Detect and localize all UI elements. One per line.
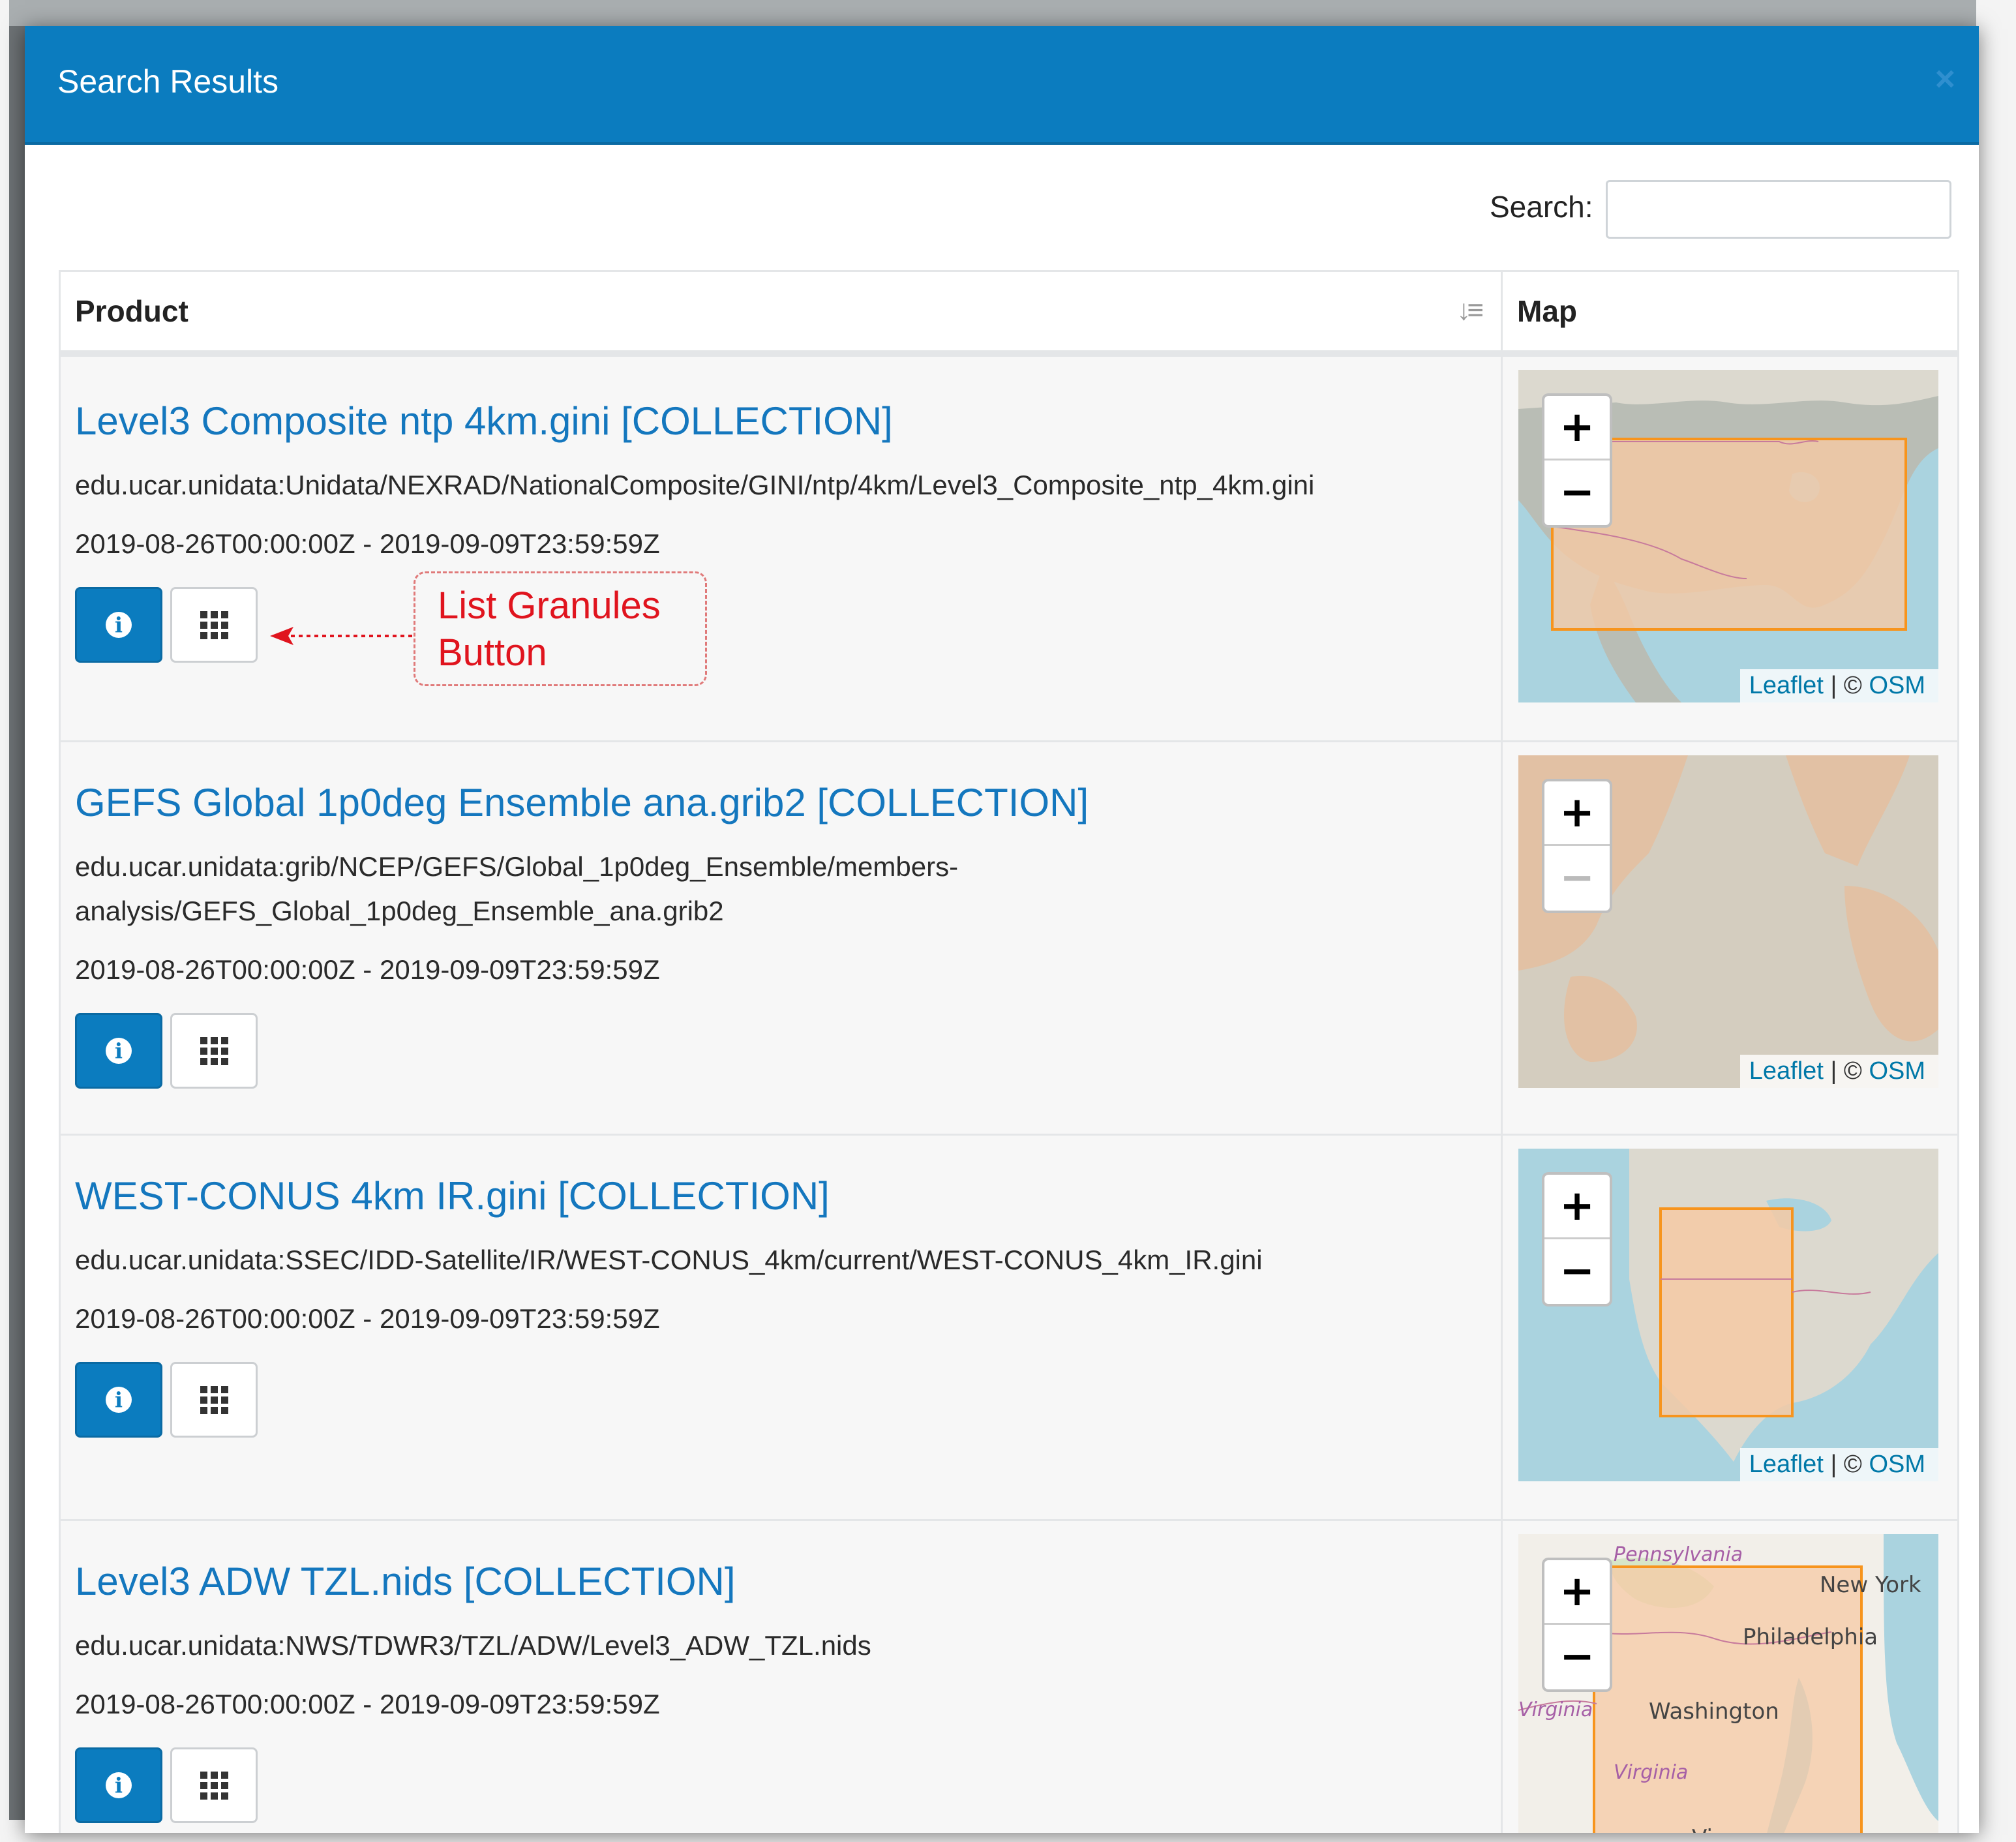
leaflet-link[interactable]: Leaflet bbox=[1749, 1057, 1824, 1085]
info-circle-icon: i bbox=[106, 1038, 132, 1064]
osm-link[interactable]: OSM bbox=[1869, 672, 1925, 699]
time-range: 2019-08-26T00:00:00Z - 2019-09-09T23:59:… bbox=[75, 528, 660, 559]
search-results-modal: Search Results × Search: Product ↓≡ Map … bbox=[25, 26, 1979, 1833]
zoom-in-button[interactable]: + bbox=[1544, 781, 1610, 846]
column-header-map: Map bbox=[1501, 270, 1959, 357]
grid-icon bbox=[200, 611, 228, 639]
product-title-link[interactable]: Level3 ADW TZL.nids [COLLECTION] bbox=[75, 1559, 1486, 1604]
map-label-washington: Washington bbox=[1649, 1699, 1779, 1725]
modal-title: Search Results bbox=[57, 63, 279, 100]
zoom-control: + − bbox=[1542, 779, 1612, 913]
table-row: WEST-CONUS 4km IR.gini [COLLECTION] edu.… bbox=[59, 1134, 1959, 1521]
zoom-out-button[interactable]: − bbox=[1544, 1625, 1610, 1688]
time-range: 2019-08-26T00:00:00Z - 2019-09-09T23:59:… bbox=[75, 1689, 660, 1719]
info-button[interactable]: i bbox=[75, 1362, 162, 1438]
info-circle-icon: i bbox=[106, 612, 132, 638]
grid-icon bbox=[200, 1385, 228, 1414]
map-label-new-york: New York bbox=[1820, 1572, 1921, 1598]
product-cell: GEFS Global 1p0deg Ensemble ana.grib2 [C… bbox=[59, 740, 1503, 1136]
zoom-in-button[interactable]: + bbox=[1544, 1175, 1610, 1239]
leaflet-link[interactable]: Leaflet bbox=[1749, 672, 1824, 699]
map-attribution: Leaflet | © OSM bbox=[1739, 669, 1938, 702]
time-range: 2019-08-26T00:00:00Z - 2019-09-09T23:59:… bbox=[75, 954, 660, 985]
zoom-control: + − bbox=[1542, 1172, 1612, 1306]
map-label-pennsylvania: Pennsylvania bbox=[1614, 1543, 1743, 1566]
map-label-virginia-beach: Virg bbox=[1692, 1825, 1736, 1833]
product-cell: Level3 ADW TZL.nids [COLLECTION] edu.uca… bbox=[59, 1519, 1503, 1833]
sort-amount-icon[interactable]: ↓≡ bbox=[1456, 294, 1484, 327]
map-attribution: Leaflet | © OSM bbox=[1739, 1055, 1938, 1088]
product-id: edu.ucar.unidata:NWS/TDWR3/TZL/ADW/Level… bbox=[75, 1630, 871, 1661]
product-title-link[interactable]: Level3 Composite ntp 4km.gini [COLLECTIO… bbox=[75, 399, 1486, 444]
grid-icon bbox=[200, 1036, 228, 1065]
list-granules-button[interactable] bbox=[170, 587, 258, 663]
time-range: 2019-08-26T00:00:00Z - 2019-09-09T23:59:… bbox=[75, 1303, 660, 1334]
annotation-arrow bbox=[270, 627, 416, 645]
map-preview[interactable]: + − Leaflet | © OSM bbox=[1518, 370, 1938, 702]
list-granules-button[interactable] bbox=[170, 1747, 258, 1823]
product-cell: Level3 Composite ntp 4km.gini [COLLECTIO… bbox=[59, 352, 1503, 742]
map-preview[interactable]: + − Leaflet | © OSM bbox=[1518, 1149, 1938, 1481]
list-granules-button[interactable] bbox=[170, 1362, 258, 1438]
table-row: Level3 Composite ntp 4km.gini [COLLECTIO… bbox=[59, 352, 1959, 742]
map-attribution: Leaflet | © OSM bbox=[1739, 1448, 1938, 1481]
product-cell: WEST-CONUS 4km IR.gini [COLLECTION] edu.… bbox=[59, 1134, 1503, 1521]
product-id: edu.ucar.unidata:SSEC/IDD-Satellite/IR/W… bbox=[75, 1245, 1263, 1275]
table-row: Level3 ADW TZL.nids [COLLECTION] edu.uca… bbox=[59, 1519, 1959, 1833]
annotation-callout: List Granules Button bbox=[414, 571, 707, 686]
column-header-product[interactable]: Product ↓≡ bbox=[59, 270, 1503, 357]
map-label-philadelphia: Philadelphia bbox=[1743, 1624, 1878, 1650]
product-title-link[interactable]: WEST-CONUS 4km IR.gini [COLLECTION] bbox=[75, 1173, 1486, 1218]
table-row: GEFS Global 1p0deg Ensemble ana.grib2 [C… bbox=[59, 740, 1959, 1136]
zoom-out-button[interactable]: − bbox=[1544, 847, 1610, 909]
list-granules-button[interactable] bbox=[170, 1013, 258, 1089]
map-preview[interactable]: Pennsylvania New York Philadelphia Washi… bbox=[1518, 1534, 1938, 1833]
map-preview[interactable]: + − Leaflet | © OSM bbox=[1518, 755, 1938, 1088]
zoom-in-button[interactable]: + bbox=[1544, 396, 1610, 460]
results-table: Product ↓≡ Map Level3 Composite ntp 4km.… bbox=[59, 270, 1959, 1833]
map-label-virginia: Virginia bbox=[1614, 1761, 1689, 1784]
map-label-virginia-west: Virginia bbox=[1518, 1699, 1593, 1721]
zoom-out-button[interactable]: − bbox=[1544, 1240, 1610, 1303]
grid-icon bbox=[200, 1771, 228, 1800]
info-circle-icon: i bbox=[106, 1387, 132, 1413]
zoom-control: + − bbox=[1542, 1558, 1612, 1692]
search-label: Search: bbox=[1490, 190, 1593, 224]
osm-link[interactable]: OSM bbox=[1869, 1057, 1925, 1085]
modal-header: Search Results × bbox=[25, 26, 1979, 145]
product-id: edu.ucar.unidata:grib/NCEP/GEFS/Global_1… bbox=[75, 851, 959, 926]
info-button[interactable]: i bbox=[75, 1013, 162, 1089]
leaflet-link[interactable]: Leaflet bbox=[1749, 1451, 1824, 1478]
close-icon[interactable]: × bbox=[1934, 59, 1955, 99]
zoom-control: + − bbox=[1542, 393, 1612, 528]
search-input[interactable] bbox=[1606, 180, 1951, 239]
osm-link[interactable]: OSM bbox=[1869, 1451, 1925, 1478]
zoom-in-button[interactable]: + bbox=[1544, 1560, 1610, 1625]
product-title-link[interactable]: GEFS Global 1p0deg Ensemble ana.grib2 [C… bbox=[75, 780, 1486, 825]
info-button[interactable]: i bbox=[75, 1747, 162, 1823]
product-id: edu.ucar.unidata:Unidata/NEXRAD/National… bbox=[75, 470, 1315, 500]
info-button[interactable]: i bbox=[75, 587, 162, 663]
zoom-out-button[interactable]: − bbox=[1544, 461, 1610, 524]
info-circle-icon: i bbox=[106, 1772, 132, 1798]
